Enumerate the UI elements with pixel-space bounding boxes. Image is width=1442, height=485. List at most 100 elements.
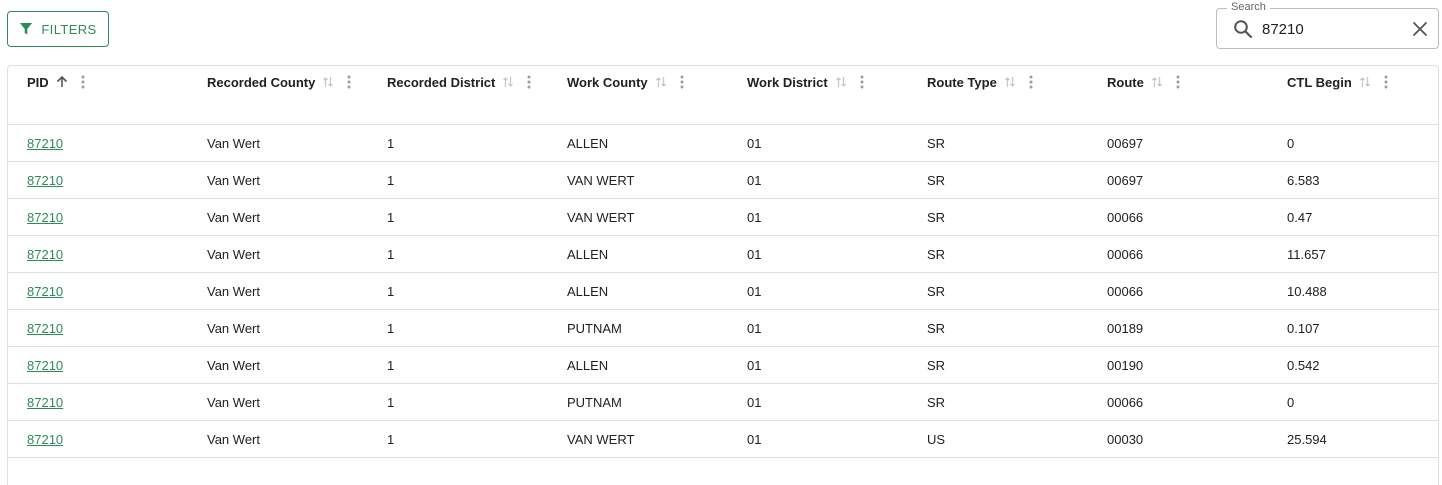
- cell-recorded-district: 1: [387, 431, 395, 447]
- column-header-pid[interactable]: PID: [27, 66, 85, 98]
- pid-link[interactable]: 87210: [27, 358, 63, 373]
- column-menu-icon[interactable]: [860, 75, 864, 89]
- column-header-recorded-county[interactable]: Recorded County: [207, 66, 351, 98]
- sort-icon[interactable]: [501, 75, 515, 89]
- table-header: PID Recorded County Recorded District Work …: [8, 66, 1438, 125]
- column-header-label: CTL Begin: [1287, 74, 1352, 90]
- cell-work-district: 01: [747, 320, 762, 336]
- column-header-label: Work County: [567, 74, 648, 90]
- cell-work-district: 01: [747, 431, 762, 447]
- cell-recorded-county: Van Wert: [207, 172, 260, 188]
- table-row[interactable]: 87210 Van Wert 1 ALLEN 01 SR 00066 10.488: [8, 273, 1438, 310]
- column-menu-icon[interactable]: [1384, 75, 1388, 89]
- pid-link[interactable]: 87210: [27, 136, 63, 151]
- cell-route-type: SR: [927, 320, 946, 336]
- column-header-label: Recorded County: [207, 74, 316, 90]
- cell-recorded-county: Van Wert: [207, 431, 260, 447]
- cell-pid: 87210: [27, 347, 63, 383]
- cell-route-type: SR: [927, 394, 946, 410]
- cell-work-county: ALLEN: [567, 283, 609, 299]
- filters-button-label: FILTERS: [41, 21, 97, 37]
- pid-link[interactable]: 87210: [27, 284, 63, 299]
- column-menu-icon[interactable]: [347, 75, 351, 89]
- table-row[interactable]: 87210 Van Wert 1 ALLEN 01 SR 00697 0: [8, 125, 1438, 162]
- column-header-route[interactable]: Route: [1107, 66, 1180, 98]
- cell-recorded-district: 1: [387, 135, 395, 151]
- cell-route: 00066: [1107, 283, 1144, 299]
- column-menu-icon[interactable]: [680, 75, 684, 89]
- pid-link[interactable]: 87210: [27, 432, 63, 447]
- cell-ctl-begin: 0.542: [1287, 357, 1320, 373]
- pid-link[interactable]: 87210: [27, 395, 63, 410]
- cell-route-type: SR: [927, 135, 946, 151]
- table-row[interactable]: 87210 Van Wert 1 VAN WERT 01 SR 00066 0.47: [8, 199, 1438, 236]
- cell-work-county: ALLEN: [567, 135, 609, 151]
- column-menu-icon[interactable]: [1176, 75, 1180, 89]
- sort-icon[interactable]: [834, 75, 848, 89]
- search-field[interactable]: Search: [1216, 1, 1439, 49]
- cell-route-type: SR: [927, 357, 946, 373]
- sort-icon[interactable]: [1003, 75, 1017, 89]
- table-row[interactable]: 87210 Van Wert 1 PUTNAM 01 SR 00066 0: [8, 384, 1438, 421]
- cell-work-district: 01: [747, 172, 762, 188]
- column-menu-icon[interactable]: [527, 75, 531, 89]
- cell-route: 00066: [1107, 394, 1144, 410]
- cell-pid: 87210: [27, 310, 63, 346]
- close-icon[interactable]: [1412, 21, 1428, 37]
- cell-route: 00697: [1107, 135, 1144, 151]
- cell-recorded-county: Van Wert: [207, 357, 260, 373]
- cell-ctl-begin: 10.488: [1287, 283, 1327, 299]
- cell-work-county: VAN WERT: [567, 172, 635, 188]
- sort-icon[interactable]: [1358, 75, 1372, 89]
- cell-pid: 87210: [27, 199, 63, 235]
- cell-route: 00066: [1107, 246, 1144, 262]
- cell-recorded-county: Van Wert: [207, 246, 260, 262]
- cell-recorded-district: 1: [387, 320, 395, 336]
- cell-recorded-district: 1: [387, 283, 395, 299]
- cell-ctl-begin: 0: [1287, 394, 1295, 410]
- cell-work-district: 01: [747, 357, 762, 373]
- data-grid: PID Recorded County Recorded District Work …: [7, 65, 1439, 485]
- cell-work-county: PUTNAM: [567, 320, 622, 336]
- table-row[interactable]: 87210 Van Wert 1 VAN WERT 01 SR 00697 6.583: [8, 162, 1438, 199]
- filter-icon: [19, 22, 33, 36]
- table-row[interactable]: 87210 Van Wert 1 ALLEN 01 SR 00190 0.542: [8, 347, 1438, 384]
- column-menu-icon[interactable]: [1029, 75, 1033, 89]
- cell-work-district: 01: [747, 209, 762, 225]
- table-row[interactable]: 87210 Van Wert 1 PUTNAM 01 SR 00189 0.107: [8, 310, 1438, 347]
- sort-icon[interactable]: [321, 75, 335, 89]
- column-header-label: PID: [27, 74, 49, 90]
- table-row[interactable]: 87210 Van Wert 1 ALLEN 01 SR 00066 11.657: [8, 236, 1438, 273]
- cell-route-type: SR: [927, 283, 946, 299]
- pid-link[interactable]: 87210: [27, 247, 63, 262]
- filters-button[interactable]: FILTERS: [7, 11, 109, 47]
- column-header-route-type[interactable]: Route Type: [927, 66, 1033, 98]
- search-label: Search: [1227, 1, 1270, 13]
- column-header-ctl-begin[interactable]: CTL Begin: [1287, 66, 1388, 98]
- cell-recorded-county: Van Wert: [207, 320, 260, 336]
- column-header-work-district[interactable]: Work District: [747, 66, 864, 98]
- search-icon: [1233, 19, 1253, 39]
- cell-route: 00190: [1107, 357, 1144, 373]
- cell-recorded-county: Van Wert: [207, 209, 260, 225]
- cell-recorded-county: Van Wert: [207, 283, 260, 299]
- column-header-work-county[interactable]: Work County: [567, 66, 684, 98]
- cell-recorded-district: 1: [387, 172, 395, 188]
- sort-ascending-icon[interactable]: [55, 75, 69, 89]
- sort-icon[interactable]: [654, 75, 668, 89]
- cell-pid: 87210: [27, 125, 63, 161]
- cell-route-type: SR: [927, 172, 946, 188]
- column-header-recorded-district[interactable]: Recorded District: [387, 66, 531, 98]
- pid-link[interactable]: 87210: [27, 210, 63, 225]
- sort-icon[interactable]: [1150, 75, 1164, 89]
- column-menu-icon[interactable]: [81, 75, 85, 89]
- cell-route: 00030: [1107, 431, 1144, 447]
- pid-link[interactable]: 87210: [27, 321, 63, 336]
- cell-recorded-district: 1: [387, 357, 395, 373]
- cell-pid: 87210: [27, 273, 63, 309]
- cell-work-county: VAN WERT: [567, 209, 635, 225]
- pid-link[interactable]: 87210: [27, 173, 63, 188]
- cell-ctl-begin: 25.594: [1287, 431, 1327, 447]
- table-row[interactable]: 87210 Van Wert 1 VAN WERT 01 US 00030 25.594: [8, 421, 1438, 458]
- search-input[interactable]: [1262, 17, 1402, 41]
